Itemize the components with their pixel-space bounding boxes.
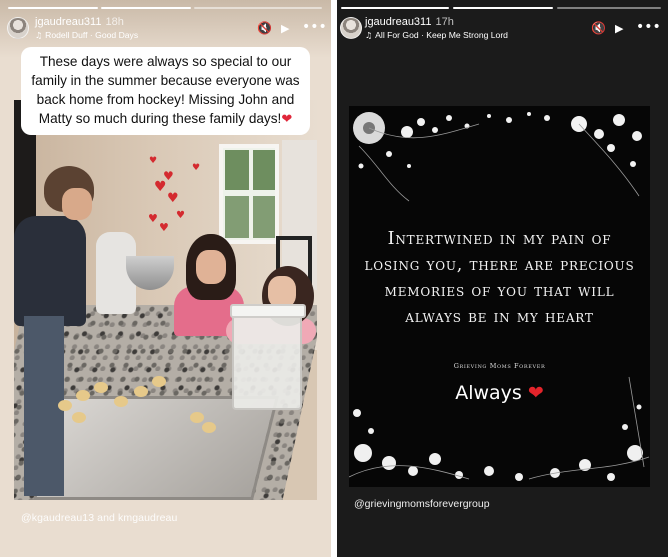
play-icon[interactable]: ▶: [281, 23, 289, 34]
heart-sticker-icon: ♥: [154, 179, 167, 195]
progress-bar: [557, 7, 661, 9]
heart-sticker-icon: ♥: [167, 191, 179, 206]
username[interactable]: jgaudreau311 18h: [35, 16, 124, 28]
post-time: 18h: [105, 16, 124, 28]
progress-bar: [101, 7, 191, 9]
play-icon[interactable]: ▶: [615, 23, 623, 34]
kitchen-photo: [14, 100, 317, 500]
heart-sticker-icon: ♥: [159, 221, 169, 234]
progress-bar: [194, 7, 322, 9]
story-left[interactable]: ♥ ♥ ♥ ♥ ♥ ♥ ♥ ♥ jgaudreau311 18h ♫ Rodell …: [0, 0, 331, 557]
mention-tag[interactable]: @grievingmomsforevergroup: [354, 498, 490, 510]
floral-border-bottom: [349, 376, 650, 481]
more-icon[interactable]: •••: [302, 20, 327, 34]
more-icon[interactable]: •••: [636, 20, 661, 34]
music-track[interactable]: All For God · Keep Me Strong Lord: [375, 30, 508, 40]
mention-tag[interactable]: @kgaudreau13 and kmgaudreau: [21, 512, 177, 524]
woman: [14, 166, 102, 496]
music-label[interactable]: ♫ All For God · Keep Me Strong Lord: [365, 30, 508, 40]
story-caption: These days were always so special to our…: [21, 47, 310, 135]
floral-border-top: [353, 112, 642, 202]
mute-icon[interactable]: 🔇: [591, 22, 606, 34]
stories-composite: ♥ ♥ ♥ ♥ ♥ ♥ ♥ ♥ jgaudreau311 18h ♫ Rodell …: [0, 0, 668, 557]
mute-icon[interactable]: 🔇: [257, 22, 272, 34]
heart-sticker-icon: ♥: [148, 212, 158, 225]
caption-text: These days were always so special to our…: [31, 54, 300, 126]
music-note-icon: ♫: [365, 31, 373, 40]
heart-sticker-icon: ♥: [176, 210, 185, 221]
heart-sticker-icon: ♥: [192, 163, 201, 173]
music-label[interactable]: ♫ Rodell Duff · Good Days: [35, 30, 138, 40]
heart-emoji-icon: ❤: [281, 112, 293, 127]
username[interactable]: jgaudreau311 17h: [365, 16, 454, 28]
music-note-icon: ♫: [35, 31, 43, 40]
progress-bar: [8, 7, 98, 9]
quote-text: Intertwined in my pain of losing you, th…: [364, 229, 635, 327]
progress-bar: [341, 7, 449, 9]
plastic-container: [230, 304, 306, 410]
progress-bar: [453, 7, 553, 9]
username-text[interactable]: jgaudreau311: [365, 16, 431, 28]
music-track[interactable]: Rodell Duff · Good Days: [45, 30, 138, 40]
avatar[interactable]: [340, 17, 362, 39]
username-text[interactable]: jgaudreau311: [35, 16, 101, 28]
avatar[interactable]: [7, 17, 29, 39]
story-right[interactable]: Intertwined in my pain of losing you, th…: [337, 0, 668, 557]
quote-card: Intertwined in my pain of losing you, th…: [349, 106, 650, 487]
heart-sticker-icon: ♥: [149, 156, 158, 166]
post-time: 17h: [435, 16, 454, 28]
